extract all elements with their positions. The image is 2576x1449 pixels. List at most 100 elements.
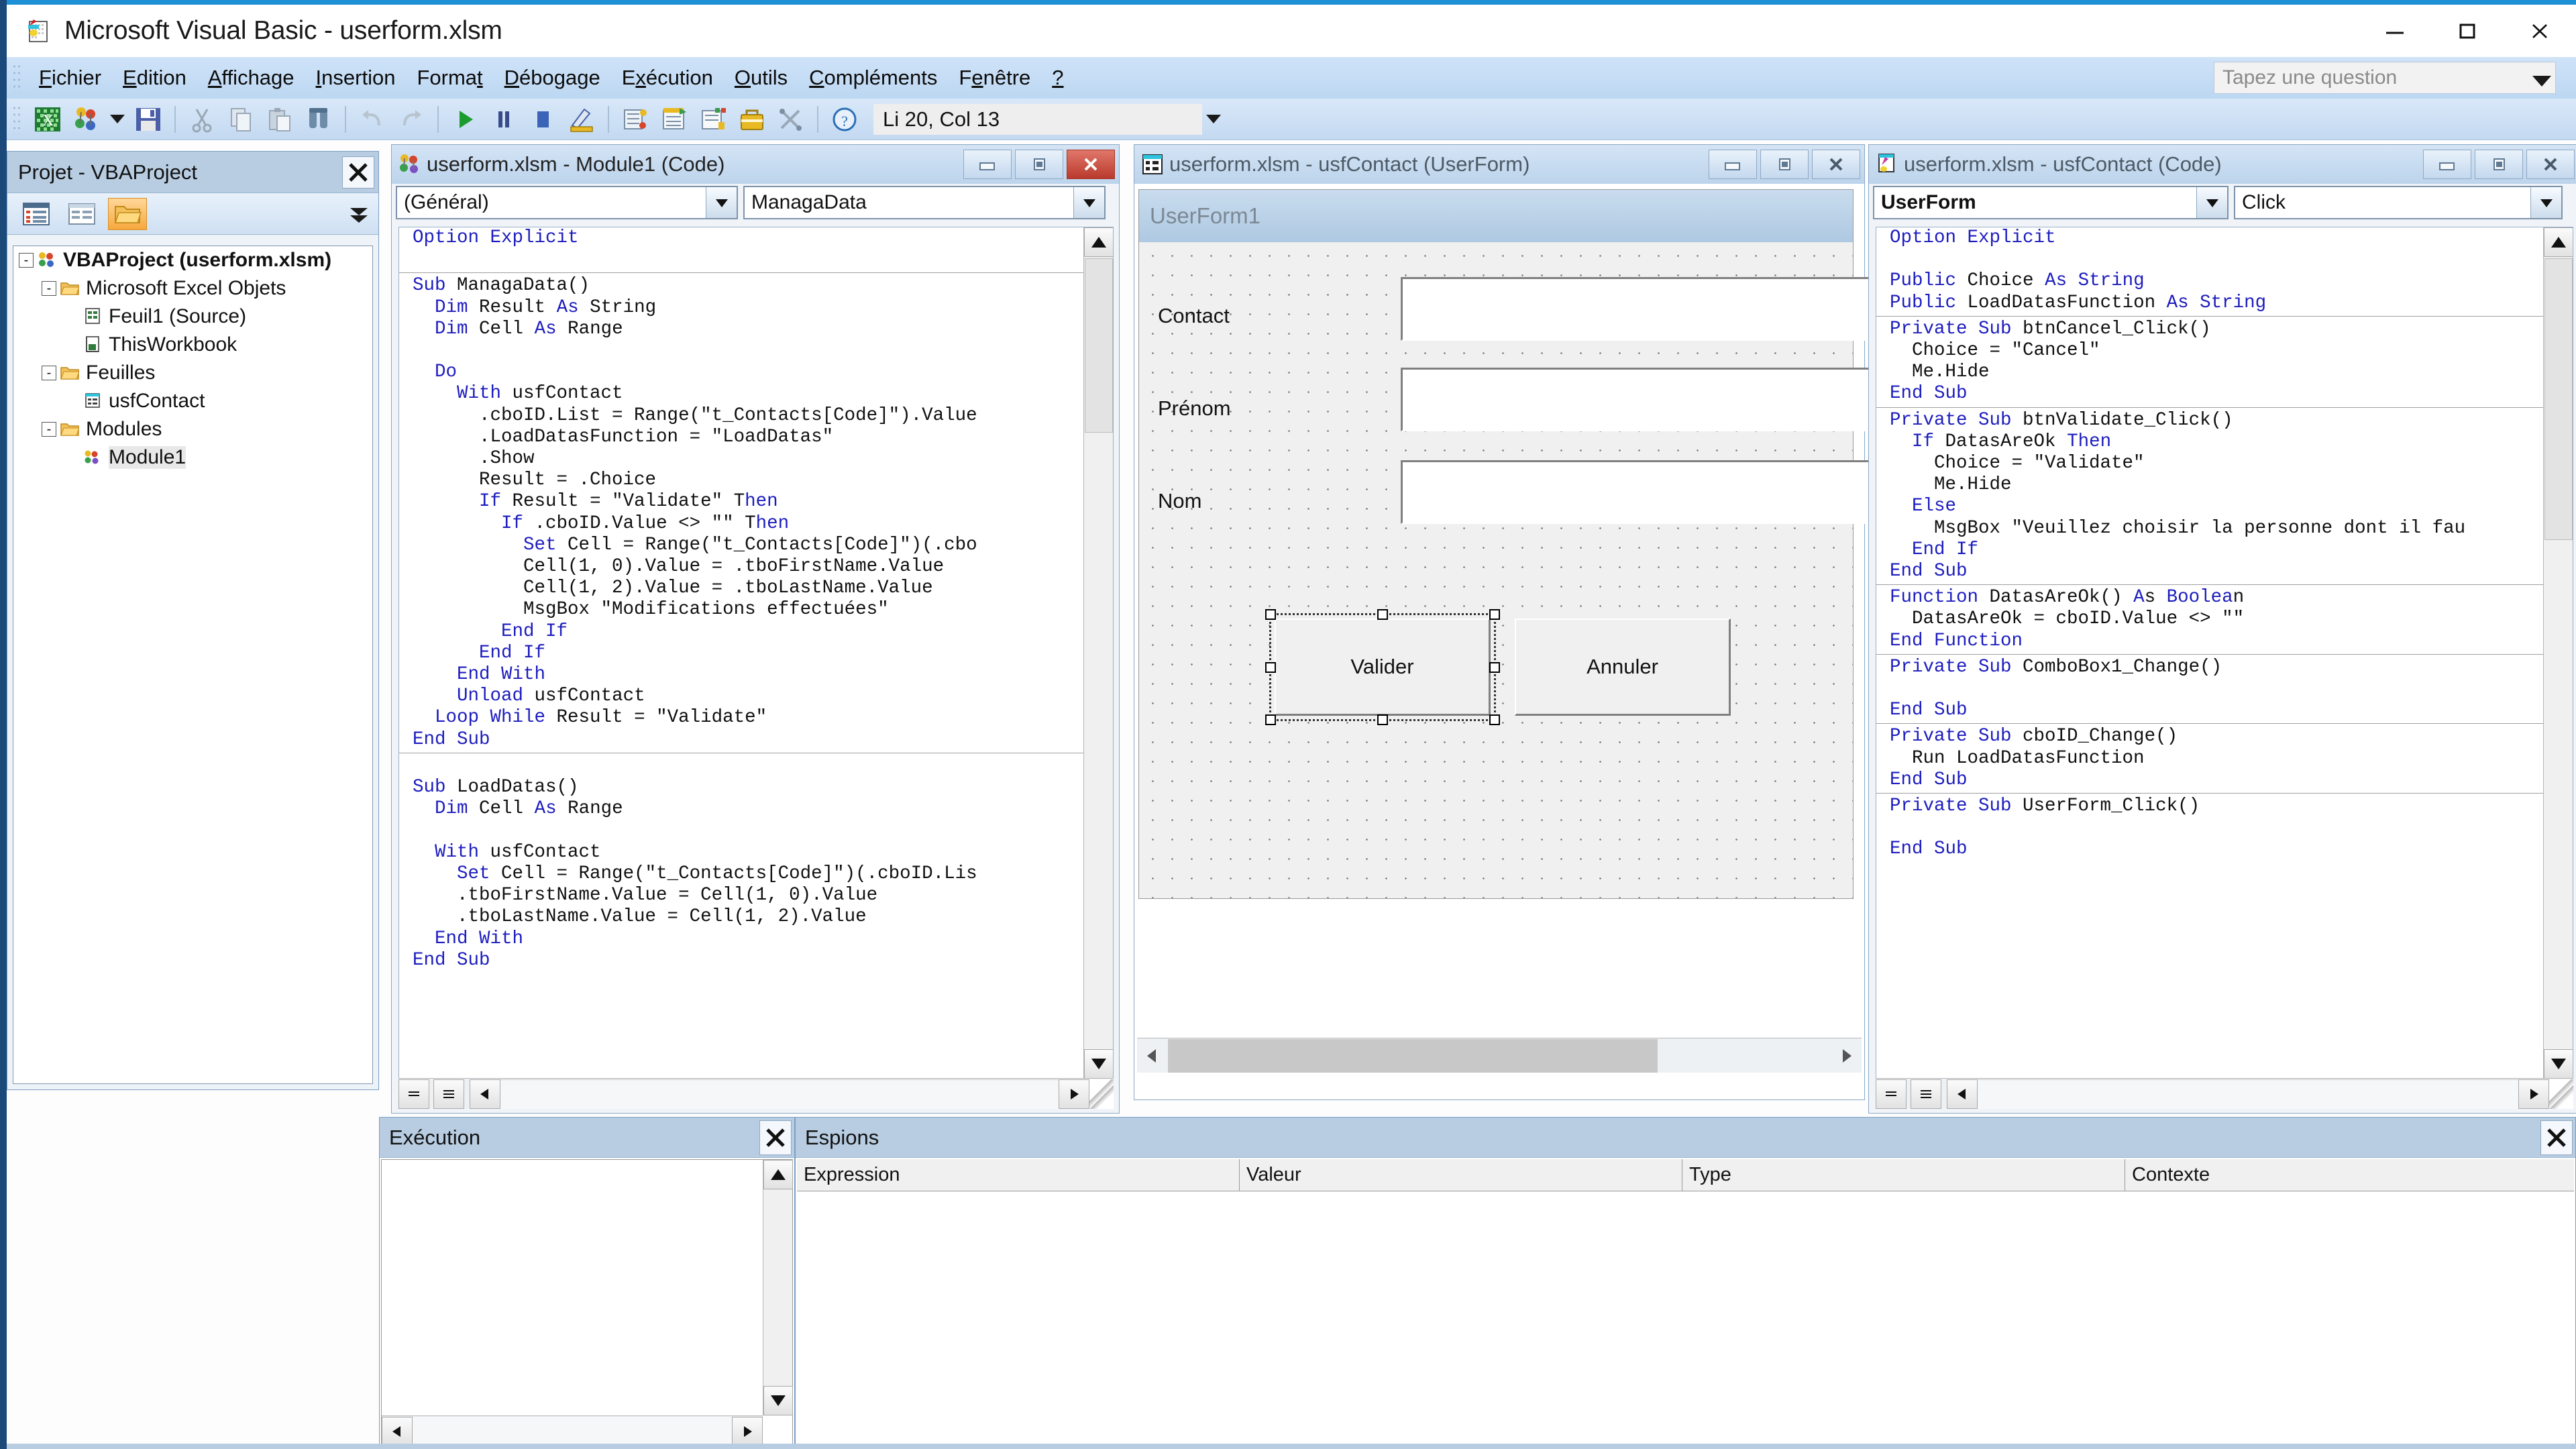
scroll-left-icon[interactable] [1947, 1079, 1978, 1109]
maximize-button[interactable] [2431, 5, 2504, 57]
userform-design-surface[interactable]: UserForm1 Contact Prénom Nom Valider Ann… [1134, 184, 1870, 1035]
project-tree[interactable]: - VBAProject (userform.xlsm) - Microsoft Ex… [13, 246, 373, 1084]
redo-icon[interactable] [393, 103, 429, 136]
restore-button[interactable] [1015, 150, 1063, 179]
usfcontact-horizontal-scrollbar[interactable] [1876, 1078, 2573, 1109]
resize-handle-s[interactable] [1377, 714, 1388, 725]
ask-a-question-box[interactable]: Tapez une question [2214, 62, 2556, 94]
project-objects-icon[interactable] [68, 103, 105, 136]
tree-item-module1[interactable]: Module1 [13, 443, 372, 472]
module1-code-editor[interactable]: Option Explicit Sub ManagaData() Dim Res… [398, 227, 1114, 1079]
nom-label[interactable]: Nom [1158, 489, 1201, 513]
chevron-down-icon[interactable] [110, 115, 125, 123]
restore-button[interactable] [2475, 150, 2523, 179]
restore-button[interactable] [1760, 150, 1809, 179]
close-button[interactable] [2526, 150, 2575, 179]
usfcontact-procedure-dropdown[interactable]: Click [2234, 186, 2563, 219]
scroll-right-icon[interactable] [2518, 1079, 2549, 1109]
resize-handle-sw[interactable] [1265, 714, 1276, 725]
minimize-button[interactable] [2423, 150, 2471, 179]
close-icon[interactable] [759, 1120, 792, 1155]
tree-item-microsoft-excel-objets[interactable]: - Microsoft Excel Objets [13, 274, 372, 303]
chevron-down-icon[interactable] [1073, 187, 1104, 218]
minimize-button[interactable] [2359, 5, 2431, 57]
design-mode-icon[interactable] [564, 103, 600, 136]
menu-item-?[interactable]: ? [1041, 66, 1074, 90]
stop-icon[interactable] [525, 103, 561, 136]
tree-item-usfcontact[interactable]: usfContact [13, 387, 372, 415]
tree-item-vbaproject-userform-xlsm[interactable]: - VBAProject (userform.xlsm) [13, 246, 372, 274]
paste-icon[interactable] [262, 103, 298, 136]
usfcontact-code-editor[interactable]: Option Explicit Public Choice As String P… [1876, 227, 2573, 1079]
object-browser-icon[interactable] [695, 103, 731, 136]
chevron-down-icon[interactable] [2530, 187, 2561, 218]
module1-scroll-thumb[interactable] [1085, 258, 1113, 433]
close-icon[interactable] [342, 156, 374, 189]
resize-handle-se[interactable] [1489, 714, 1500, 725]
menu-item-fentre[interactable]: Fenêtre [948, 66, 1041, 90]
properties-window-icon[interactable] [656, 103, 692, 136]
menu-item-insertion[interactable]: Insertion [305, 66, 407, 90]
nom-textbox[interactable] [1401, 460, 1870, 524]
menu-item-dbogage[interactable]: Débogage [494, 66, 611, 90]
userform-preview[interactable]: UserForm1 Contact Prénom Nom Valider Ann… [1138, 189, 1870, 899]
scroll-right-icon[interactable] [1059, 1079, 1089, 1109]
watch-column-type[interactable]: Type [1682, 1159, 2125, 1191]
chevron-down-icon[interactable] [2196, 187, 2227, 218]
tree-expander-icon[interactable]: - [19, 253, 34, 268]
menu-item-format[interactable]: Format [406, 66, 493, 90]
resize-handle-n[interactable] [1377, 609, 1388, 620]
scroll-up-icon[interactable] [1084, 227, 1113, 257]
tree-expander-icon[interactable]: - [42, 422, 56, 437]
resize-handle-nw[interactable] [1265, 609, 1276, 620]
module1-object-dropdown[interactable]: (Général) [396, 186, 738, 219]
scroll-left-icon[interactable] [382, 1416, 413, 1446]
watch-column-contexte[interactable]: Contexte [2125, 1159, 2574, 1191]
scroll-up-icon[interactable] [763, 1160, 793, 1189]
tree-item-feuilles[interactable]: - Feuilles [13, 359, 372, 387]
save-icon[interactable] [130, 103, 166, 136]
minimize-button[interactable] [963, 150, 1012, 179]
excel-view-icon[interactable]: X [30, 103, 66, 136]
contact-combobox[interactable] [1401, 277, 1870, 341]
pause-icon[interactable] [486, 103, 522, 136]
scroll-right-icon[interactable] [1831, 1039, 1862, 1073]
menu-item-affichage[interactable]: Affichage [197, 66, 305, 90]
resize-handle-e[interactable] [1489, 661, 1500, 673]
toolbox-icon[interactable] [734, 103, 770, 136]
resize-handle-ne[interactable] [1489, 609, 1500, 620]
prenom-label[interactable]: Prénom [1158, 396, 1231, 421]
close-button[interactable] [1067, 150, 1115, 179]
menu-item-fichier[interactable]: Fichier [28, 66, 112, 90]
tree-item-modules[interactable]: - Modules [13, 415, 372, 443]
annuler-button[interactable]: Annuler [1515, 619, 1731, 716]
view-module-icon[interactable] [433, 1079, 464, 1109]
chevron-down-icon[interactable] [706, 187, 737, 218]
minimize-button[interactable] [1709, 150, 1757, 179]
scroll-down-icon[interactable] [1084, 1049, 1113, 1079]
menu-item-excution[interactable]: Exécution [611, 66, 724, 90]
immediate-horizontal-scrollbar[interactable] [382, 1415, 763, 1446]
prenom-textbox[interactable] [1401, 368, 1870, 431]
userform-hscroll-thumb[interactable] [1168, 1038, 1658, 1073]
close-button[interactable] [2504, 5, 2576, 57]
module1-procedure-dropdown[interactable]: ManagaData [743, 186, 1106, 219]
find-icon[interactable] [301, 103, 337, 136]
help-icon[interactable]: ? [826, 103, 863, 136]
chevron-down-icon[interactable] [347, 203, 370, 225]
immediate-input-area[interactable] [381, 1159, 793, 1447]
module1-resize-grip[interactable] [1089, 1079, 1114, 1109]
toolbar-overflow-caret-icon[interactable] [1206, 115, 1221, 123]
usfcontact-resize-grip[interactable] [2549, 1079, 2573, 1109]
close-button[interactable] [1812, 150, 1860, 179]
menu-item-complments[interactable]: Compléments [798, 66, 948, 90]
view-procedure-icon[interactable] [398, 1079, 429, 1109]
immediate-hscroll-track[interactable] [413, 1416, 732, 1446]
scroll-down-icon[interactable] [763, 1386, 793, 1415]
view-procedure-icon[interactable] [1876, 1079, 1907, 1109]
scroll-down-icon[interactable] [2544, 1049, 2573, 1079]
view-object-icon[interactable] [62, 198, 101, 230]
copy-icon[interactable] [223, 103, 259, 136]
tools-icon[interactable] [773, 103, 809, 136]
module1-horizontal-scrollbar[interactable] [398, 1078, 1114, 1109]
